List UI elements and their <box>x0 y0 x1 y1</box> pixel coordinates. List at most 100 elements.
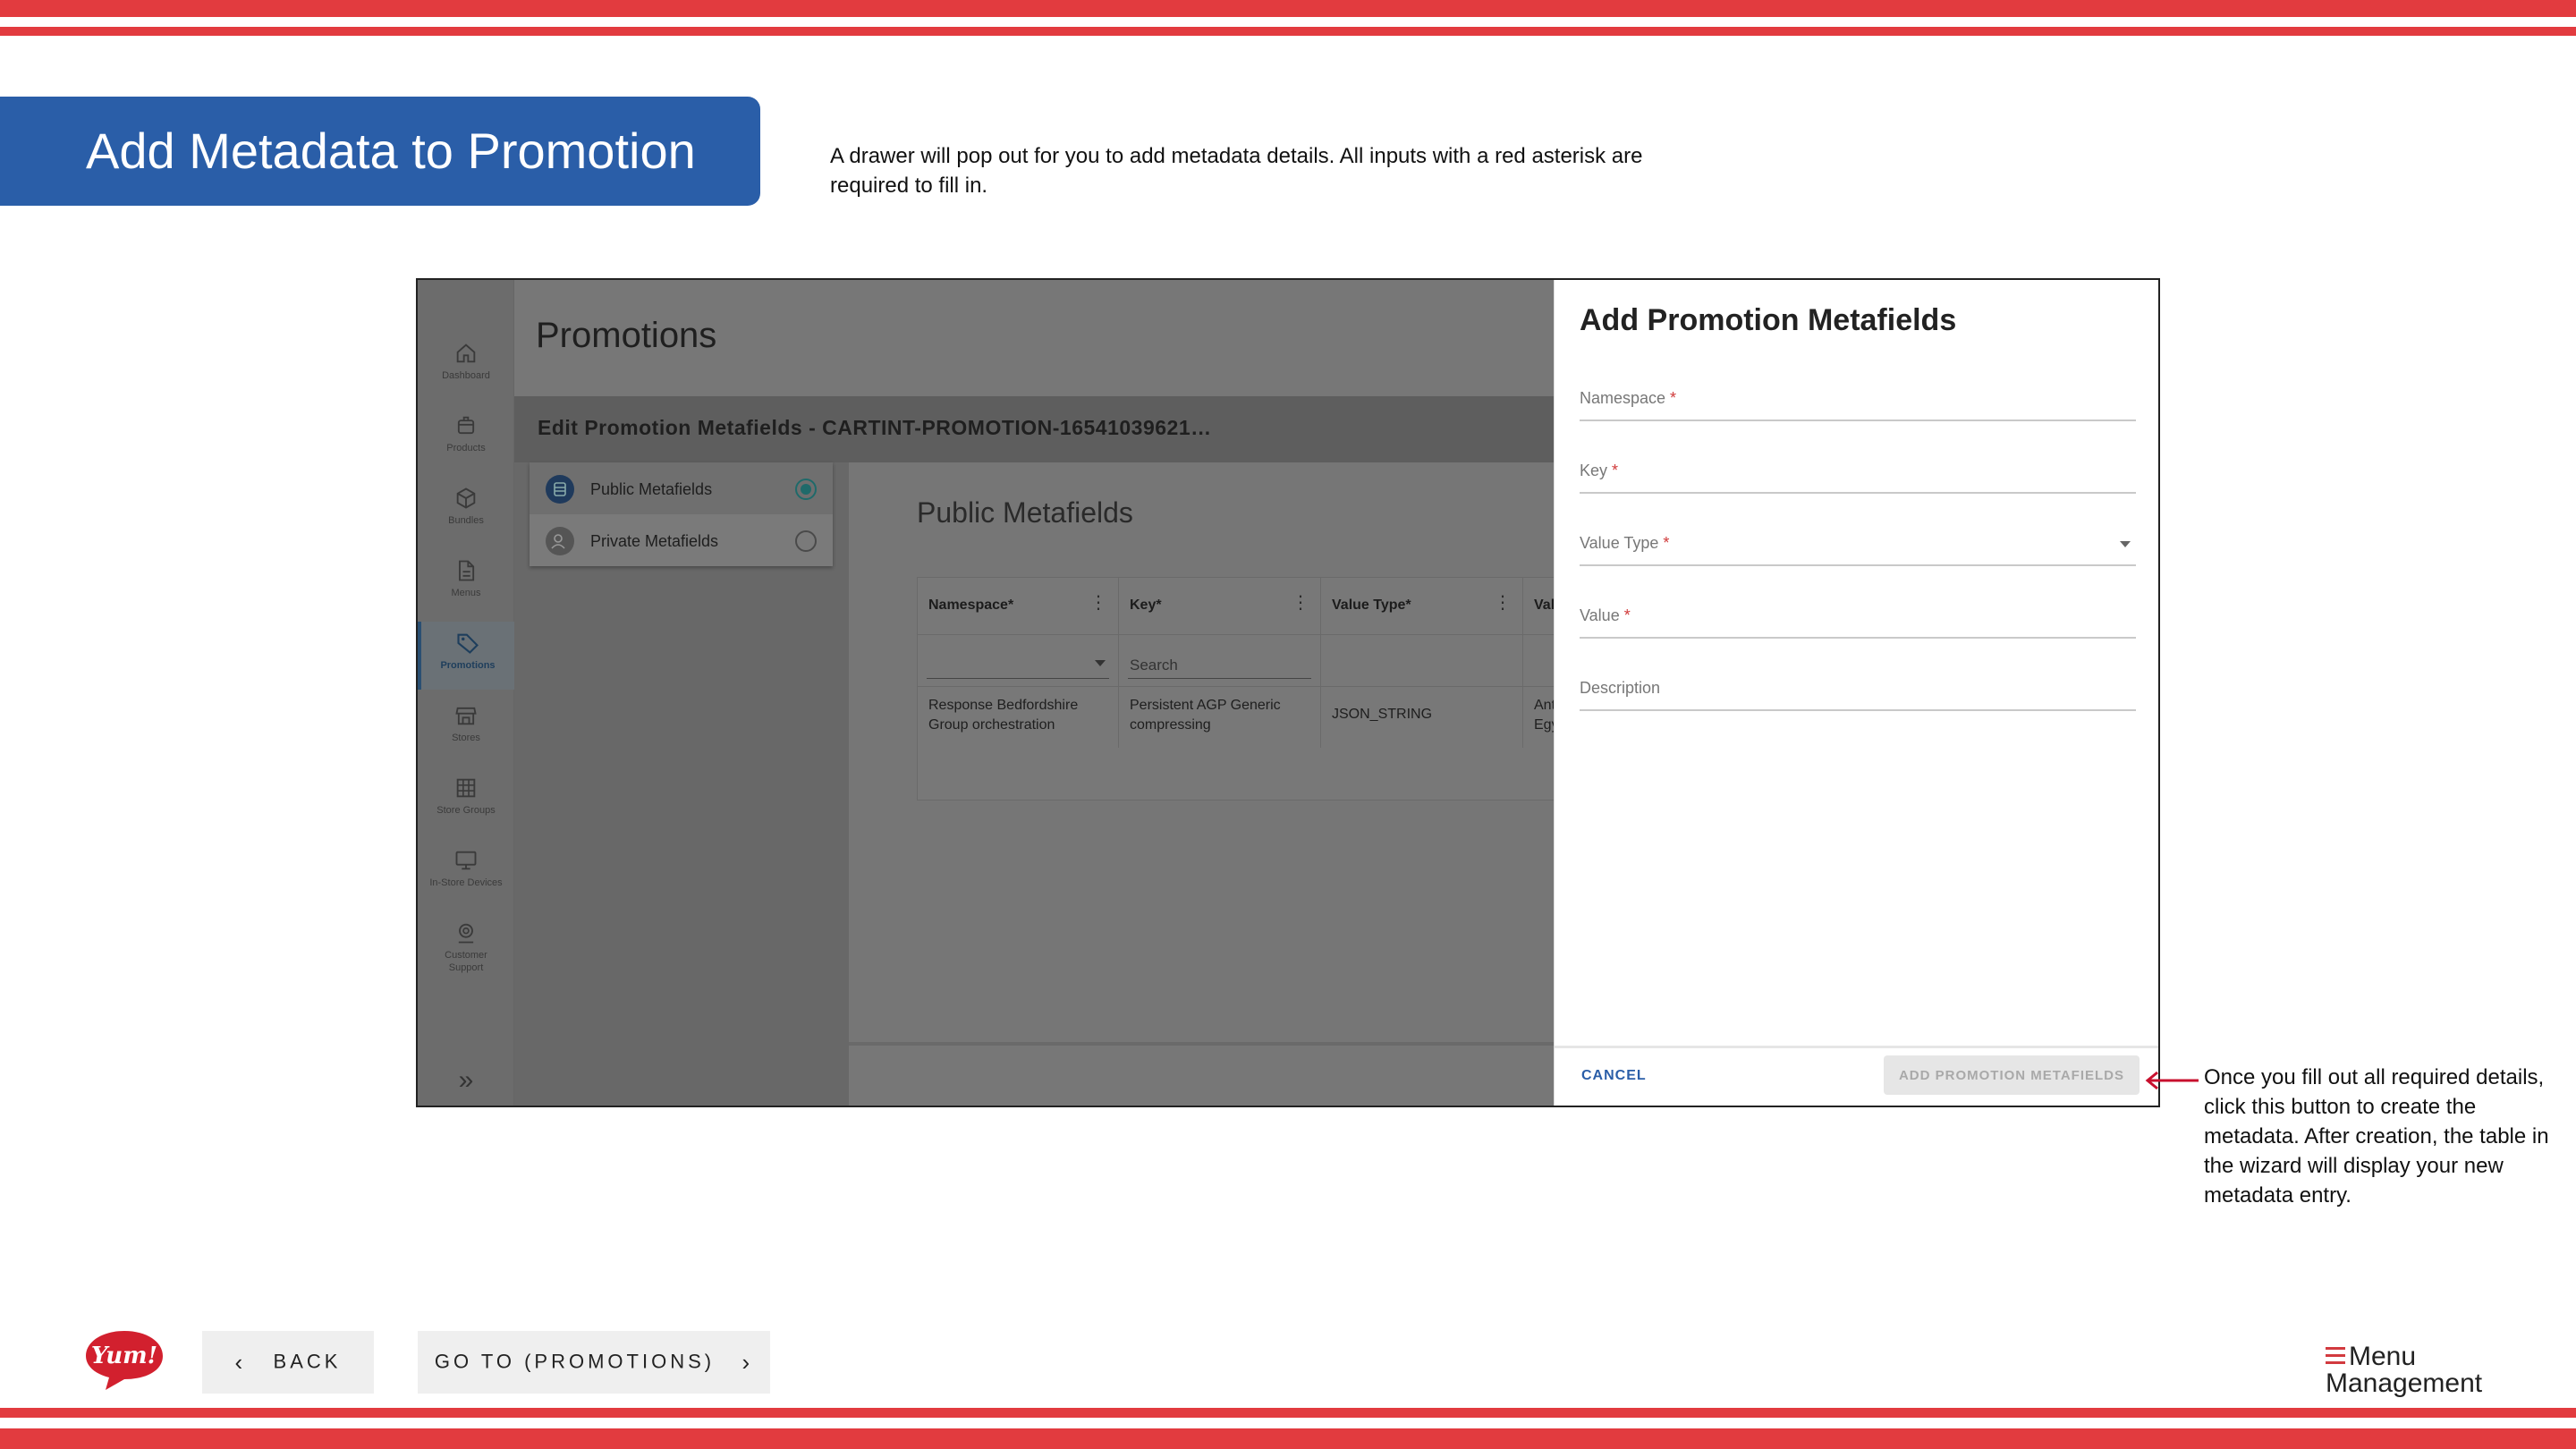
namespace-field[interactable]: Namespace * <box>1580 377 2136 421</box>
side-rail: Dashboard Products Bundles Menus Promoti… <box>418 280 514 1106</box>
field-label: Description <box>1580 679 1661 697</box>
rail-item-menus[interactable]: Menus <box>418 558 514 599</box>
cancel-button[interactable]: CANCEL <box>1581 1068 1647 1084</box>
bottom-stripe-1 <box>0 1408 2576 1418</box>
brand-line-1: Menu <box>2349 1342 2417 1371</box>
field-label: Key * <box>1580 462 1619 479</box>
expand-rail-icon[interactable]: » <box>450 1064 482 1097</box>
tab-public-metafields[interactable]: Public Metafields <box>530 462 833 514</box>
chevron-right-icon: › <box>741 1348 754 1376</box>
radio-unselected[interactable] <box>795 530 817 552</box>
top-stripe-2 <box>0 27 2576 36</box>
rail-item-bundles[interactable]: Bundles <box>418 486 514 527</box>
chevron-left-icon: ‹ <box>234 1348 247 1376</box>
store-icon <box>455 707 477 725</box>
value-type-select[interactable]: Value Type * <box>1580 521 2136 566</box>
top-stripe-1 <box>0 0 2576 17</box>
namespace-filter-select[interactable] <box>918 635 1118 687</box>
goto-label: GO TO (PROMOTIONS) <box>434 1349 716 1372</box>
rail-label: Bundles <box>448 515 484 526</box>
required-asterisk: * <box>1612 462 1619 479</box>
description-field[interactable]: Description <box>1580 666 2136 711</box>
callout-arrow-icon <box>2145 1071 2199 1090</box>
tab-label: Public Metafields <box>590 480 713 498</box>
go-to-promotions-button[interactable]: GO TO (PROMOTIONS) › <box>418 1331 770 1394</box>
drawer-title: Add Promotion Metafields <box>1580 303 1957 337</box>
section-title: Public Metafields <box>917 496 1133 529</box>
column-key: Key* ⋮ Search Persistent AGP Generic comp… <box>1119 578 1321 748</box>
column-header[interactable]: Value Type* ⋮ <box>1321 578 1522 635</box>
rail-label: Menus <box>451 588 481 598</box>
rail-item-store-groups[interactable]: Store Groups <box>418 775 514 817</box>
brand-line-2: Management <box>2326 1368 2483 1398</box>
monitor-icon <box>455 851 477 870</box>
back-button[interactable]: ‹ BACK <box>202 1331 374 1394</box>
rail-label: Stores <box>452 733 480 743</box>
header-label: Namespace* <box>928 597 1014 613</box>
slide-intro: A drawer will pop out for you to add met… <box>830 144 1643 198</box>
svg-text:Yum!: Yum! <box>91 1343 157 1369</box>
field-label: Namespace * <box>1580 389 1677 407</box>
value-type-filter[interactable] <box>1321 635 1522 687</box>
cube-icon <box>456 487 476 509</box>
home-icon <box>456 343 476 363</box>
required-asterisk: * <box>1670 389 1677 407</box>
column-header[interactable]: Key* ⋮ <box>1119 578 1320 635</box>
edit-bar-title: Edit Promotion Metafields - CARTINT-PROM… <box>538 416 1212 439</box>
column-namespace: Namespace* ⋮ Response Bedfordshire Group … <box>918 578 1119 748</box>
private-metafields-icon <box>546 527 574 555</box>
add-promotion-metafields-button[interactable]: ADD PROMOTION METAFIELDS <box>1884 1055 2140 1095</box>
document-icon <box>459 560 475 581</box>
table-cell: JSON_STRING <box>1332 707 1433 722</box>
rail-item-customer-support[interactable]: Customer Support <box>418 920 514 974</box>
callout-text: Once you fill out all required details, … <box>2204 1065 2549 1208</box>
header-label: Value Type* <box>1332 597 1411 613</box>
support-icon <box>458 923 474 944</box>
search-placeholder: Search <box>1130 657 1178 674</box>
slide-title: Add Metadata to Promotion <box>0 97 760 206</box>
rail-item-promotions[interactable]: Promotions <box>418 622 514 690</box>
key-field[interactable]: Key * <box>1580 449 2136 494</box>
chevron-down-icon <box>1095 660 1106 666</box>
key-search-input[interactable]: Search <box>1119 635 1320 687</box>
rail-label: Dashboard <box>442 370 490 381</box>
required-asterisk: * <box>1623 606 1631 624</box>
rail-label: Store Groups <box>436 805 496 816</box>
required-asterisk: * <box>1663 534 1670 552</box>
add-metafields-drawer: Add Promotion Metafields Namespace * Key *… <box>1554 280 2158 1106</box>
rail-label: In-Store Devices <box>429 877 503 888</box>
back-label: BACK <box>273 1349 342 1372</box>
rail-item-products[interactable]: Products <box>418 413 514 454</box>
drawer-footer: CANCEL ADD PROMOTION METAFIELDS <box>1555 1046 2158 1106</box>
bottom-stripe-2 <box>0 1428 2576 1449</box>
column-menu-icon[interactable]: ⋮ <box>1292 594 1309 612</box>
table-cell: Ant Egy <box>1534 698 1555 733</box>
menu-management-logo: Menu Management <box>2326 1342 2496 1398</box>
app-page-title: Promotions <box>536 316 717 355</box>
field-label: Value Type * <box>1580 534 1670 552</box>
radio-selected[interactable] <box>795 479 817 500</box>
grid-icon <box>456 778 476 798</box>
table-cell: Response Bedfordshire Group orchestratio… <box>928 698 1079 733</box>
rail-item-stores[interactable]: Stores <box>418 703 514 744</box>
edit-bar: Edit Promotion Metafields - CARTINT-PROM… <box>514 396 1634 462</box>
header-label: Key* <box>1130 597 1162 613</box>
tab-private-metafields[interactable]: Private Metafields <box>530 514 833 566</box>
column-menu-icon[interactable]: ⋮ <box>1089 594 1107 612</box>
yum-logo: Yum! <box>86 1331 163 1390</box>
table-cell: Persistent AGP Generic compressing <box>1130 698 1281 733</box>
value-field[interactable]: Value * <box>1580 594 2136 639</box>
public-metafields-icon <box>546 475 574 504</box>
column-menu-icon[interactable]: ⋮ <box>1494 594 1512 612</box>
column-header[interactable]: Namespace* ⋮ <box>918 578 1118 635</box>
metafield-type-card: Public Metafields Private Metafields <box>530 462 833 566</box>
field-label: Value * <box>1580 606 1631 624</box>
rail-label: Products <box>446 443 486 453</box>
rail-item-in-store-devices[interactable]: In-Store Devices <box>418 848 514 889</box>
wizard-footer <box>849 1042 1634 1106</box>
rail-label: Promotions <box>440 660 496 671</box>
rail-item-dashboard[interactable]: Dashboard <box>418 341 514 382</box>
chevron-down-icon <box>2120 541 2131 547</box>
metafields-main: Public Metafields Namespace* ⋮ Response B… <box>849 462 1635 1106</box>
tab-label: Private Metafields <box>590 532 719 550</box>
